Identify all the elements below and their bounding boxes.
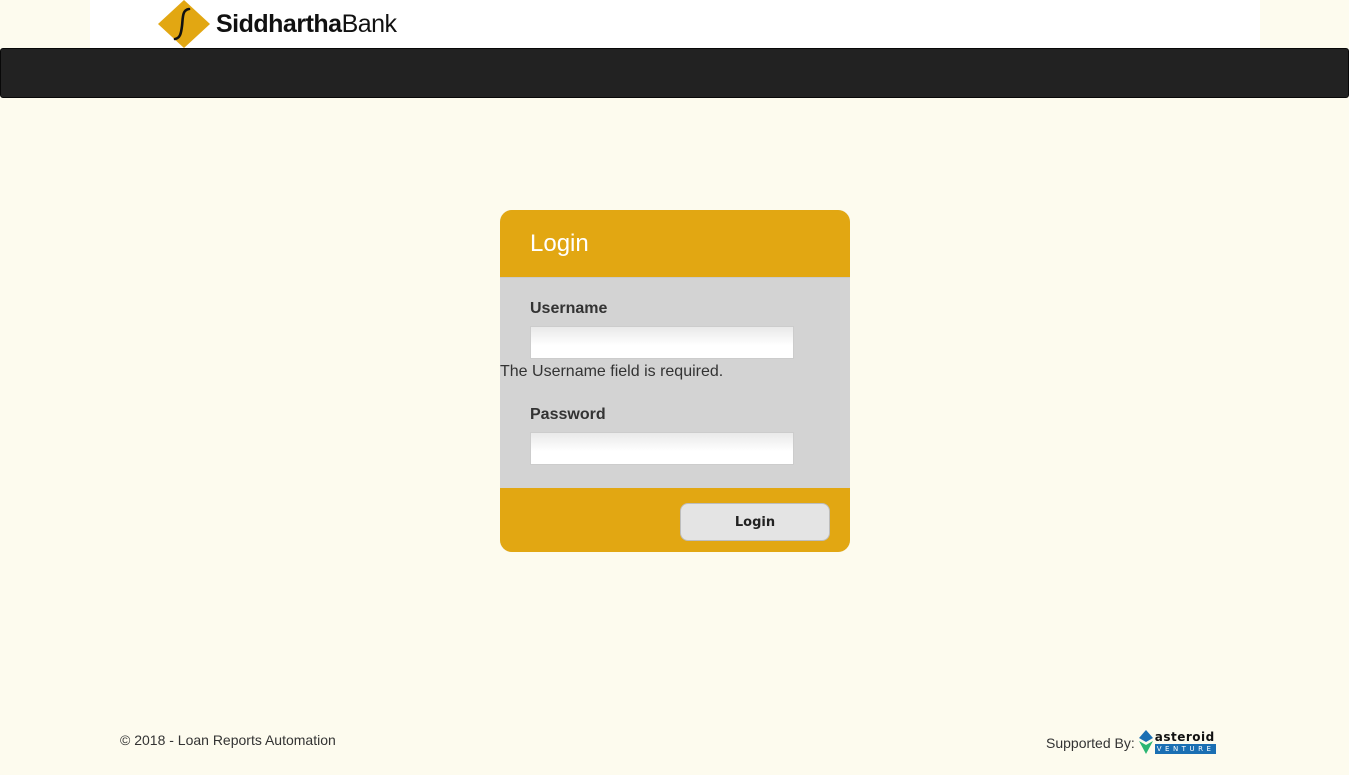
copyright-text: © 2018 - Loan Reports Automation <box>120 732 336 748</box>
supported-by: Supported By: asteroid VENTURE <box>1046 728 1217 756</box>
brand-name-light: Bank <box>341 10 397 38</box>
login-panel-header: Login <box>500 210 850 278</box>
supported-by-label: Supported By: <box>1046 735 1135 751</box>
asteroid-wordmark: asteroid VENTURE <box>1154 729 1217 754</box>
brand-name: SiddharthaBank <box>216 0 397 48</box>
username-label: Username <box>530 300 608 317</box>
asteroid-sub: VENTURE <box>1154 743 1217 754</box>
username-input[interactable] <box>530 326 794 359</box>
login-panel-footer: Login <box>500 488 850 552</box>
login-form: Username The Username field is required.… <box>500 278 850 488</box>
brand-name-bold: Siddhartha <box>216 10 342 38</box>
login-panel: Login Username The Username field is req… <box>500 210 850 552</box>
login-button[interactable]: Login <box>680 503 830 541</box>
top-navbar <box>0 48 1349 98</box>
siddhartha-diamond-icon <box>158 0 210 48</box>
password-label: Password <box>530 406 606 423</box>
asteroid-logo[interactable]: asteroid VENTURE <box>1138 729 1217 755</box>
password-input[interactable] <box>530 432 794 465</box>
login-title: Login <box>530 230 589 257</box>
asteroid-word: asteroid <box>1154 729 1215 744</box>
username-validation-message: The Username field is required. <box>500 363 724 380</box>
page: SiddharthaBank Login Username The Userna… <box>0 0 1349 775</box>
asteroid-icon <box>1138 730 1153 754</box>
brand-logo[interactable]: SiddharthaBank <box>158 0 397 48</box>
